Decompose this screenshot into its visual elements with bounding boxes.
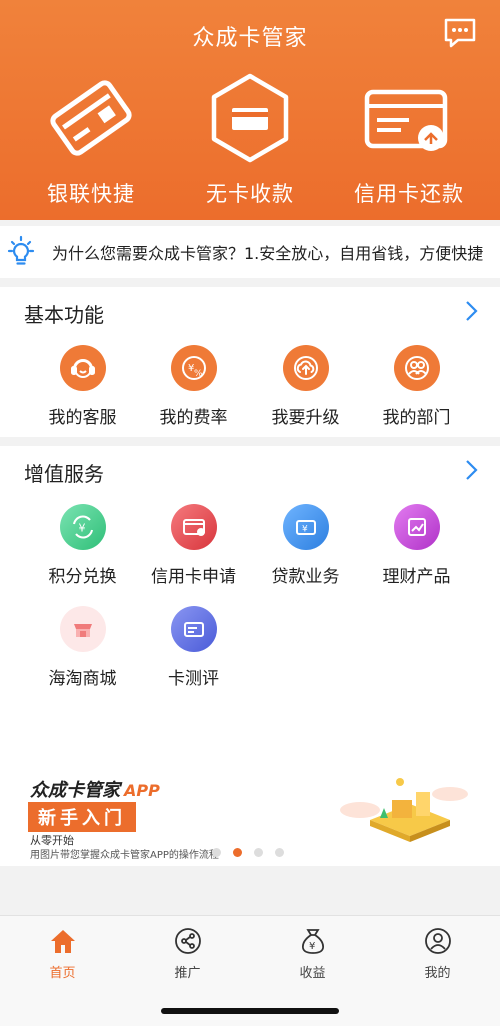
item-label: 我的客服 bbox=[48, 408, 117, 428]
item-overseas-mall[interactable]: 海淘商城 bbox=[20, 606, 145, 689]
item-loan[interactable]: ¥ 贷款业务 bbox=[243, 504, 368, 587]
chevron-right-icon[interactable] bbox=[462, 458, 480, 482]
banner-title: 众成卡管家 APP bbox=[30, 776, 160, 802]
item-upgrade[interactable]: 我要升级 bbox=[243, 345, 368, 428]
svg-text:¥: ¥ bbox=[78, 522, 85, 535]
headset-icon bbox=[59, 345, 106, 391]
notice-bar[interactable]: 为什么您需要众成卡管家？1.安全放心，自用省钱，方便快捷 bbox=[0, 226, 500, 278]
hero-label: 无卡收款 bbox=[206, 182, 294, 206]
item-label: 海淘商城 bbox=[48, 669, 117, 689]
item-label: 积分兑换 bbox=[48, 567, 117, 587]
tab-label: 我的 bbox=[424, 966, 451, 981]
beginner-guide-banner[interactable]: 众成卡管家 APP 新手入门 从零开始 用图片带您掌握众成卡管家APP的操作流程 bbox=[0, 760, 500, 865]
svg-text:¥: ¥ bbox=[309, 941, 315, 952]
banner-description: 用图片带您掌握众成卡管家APP的操作流程 bbox=[30, 850, 219, 861]
chart-icon bbox=[393, 504, 440, 550]
carousel-dots bbox=[212, 848, 284, 857]
home-icon bbox=[50, 930, 75, 953]
item-label: 我的费率 bbox=[159, 408, 228, 428]
hero-unionpay-quick[interactable]: 银联快捷 bbox=[8, 70, 174, 208]
carousel-dot[interactable] bbox=[254, 848, 263, 857]
item-card-apply[interactable]: 信用卡申请 bbox=[131, 504, 256, 587]
cloud-upload-icon bbox=[282, 345, 329, 391]
item-card-review[interactable]: 卡测评 bbox=[131, 606, 256, 689]
tab-promote[interactable]: 推广 bbox=[125, 926, 250, 981]
hexagon-card-icon bbox=[211, 73, 289, 163]
user-icon bbox=[424, 928, 451, 954]
tab-label: 推广 bbox=[174, 966, 201, 981]
carousel-dot[interactable] bbox=[275, 848, 284, 857]
item-label: 贷款业务 bbox=[271, 567, 340, 587]
section-title: 基本功能 bbox=[24, 303, 104, 327]
store-icon bbox=[59, 606, 106, 652]
lightbulb-icon bbox=[7, 235, 35, 265]
svg-text:%: % bbox=[194, 369, 203, 379]
item-label: 我的部门 bbox=[382, 408, 451, 428]
tab-mine[interactable]: 我的 bbox=[375, 926, 500, 981]
hero-label: 银联快捷 bbox=[47, 182, 135, 206]
item-wealth-products[interactable]: 理财产品 bbox=[354, 504, 479, 587]
share-icon bbox=[174, 928, 201, 954]
isometric-illustration-icon bbox=[340, 778, 468, 842]
item-label: 卡测评 bbox=[168, 669, 219, 689]
app-title: 众成卡管家 bbox=[192, 26, 308, 51]
tab-home[interactable]: 首页 bbox=[0, 926, 125, 981]
tab-earnings[interactable]: ¥ 收益 bbox=[250, 926, 375, 981]
item-points-exchange[interactable]: ¥ 积分兑换 bbox=[20, 504, 145, 587]
points-exchange-icon: ¥ bbox=[59, 504, 106, 550]
basic-functions-section: 基本功能 我的客服 ¥% 我的费率 我要升级 我的部门 bbox=[0, 287, 500, 437]
item-label: 我要升级 bbox=[271, 408, 340, 428]
loan-icon: ¥ bbox=[282, 504, 329, 550]
card-icon bbox=[50, 80, 132, 156]
chat-bubble-icon[interactable] bbox=[442, 16, 478, 50]
banner-badge: 新手入门 bbox=[28, 802, 136, 832]
item-my-service[interactable]: 我的客服 bbox=[20, 345, 145, 428]
banner-app-tag: APP bbox=[124, 781, 160, 800]
money-bag-icon: ¥ bbox=[301, 929, 324, 954]
item-my-rate[interactable]: ¥% 我的费率 bbox=[131, 345, 256, 428]
card-check-icon bbox=[170, 606, 217, 652]
svg-text:¥: ¥ bbox=[302, 525, 308, 535]
header-banner: 众成卡管家 银联快捷 无卡收款 信用卡还款 bbox=[0, 0, 500, 220]
item-label: 信用卡申请 bbox=[151, 567, 236, 587]
item-my-department[interactable]: 我的部门 bbox=[354, 345, 479, 428]
carousel-dot[interactable] bbox=[212, 848, 221, 857]
chevron-right-icon[interactable] bbox=[462, 299, 480, 323]
hero-label: 信用卡还款 bbox=[354, 182, 464, 206]
section-title: 增值服务 bbox=[24, 462, 104, 486]
item-label: 理财产品 bbox=[382, 567, 451, 587]
card-apply-icon bbox=[170, 504, 217, 550]
home-indicator[interactable] bbox=[161, 1008, 339, 1014]
credit-card-repay-icon bbox=[364, 89, 448, 151]
carousel-dot-active[interactable] bbox=[233, 848, 242, 857]
hero-cardless-collect[interactable]: 无卡收款 bbox=[167, 70, 333, 208]
banner-brand: 众成卡管家 bbox=[30, 780, 120, 801]
tab-label: 首页 bbox=[49, 966, 76, 981]
yuan-percent-icon: ¥% bbox=[170, 345, 217, 391]
hero-credit-repay[interactable]: 信用卡还款 bbox=[326, 70, 492, 208]
group-icon bbox=[393, 345, 440, 391]
tab-label: 收益 bbox=[299, 966, 326, 981]
notice-text: 为什么您需要众成卡管家？1.安全放心，自用省钱，方便快捷 bbox=[52, 244, 484, 263]
